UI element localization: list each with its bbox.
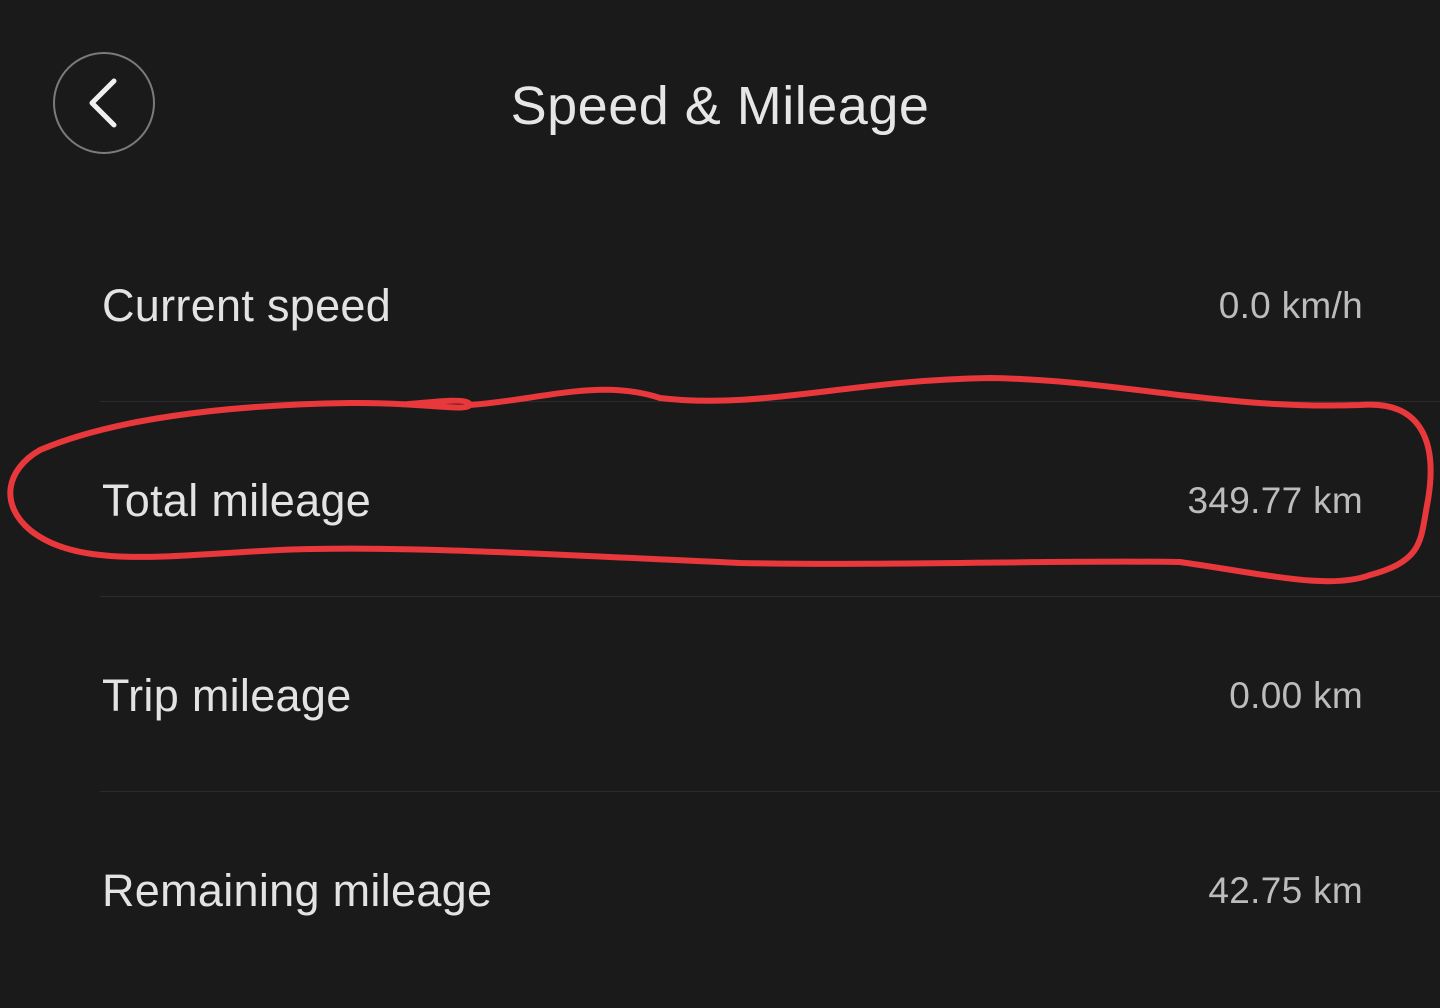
remaining-mileage-value: 42.75 km xyxy=(1208,870,1363,911)
total-mileage-label: Total mileage xyxy=(102,475,372,526)
row-trip-mileage: Trip mileage 0.00 km xyxy=(0,597,1440,792)
current-speed-value: 0.0 km/h xyxy=(1218,285,1363,326)
row-current-speed: Current speed 0.0 km/h xyxy=(0,208,1440,403)
current-speed-label: Current speed xyxy=(102,280,392,331)
trip-mileage-label: Trip mileage xyxy=(102,670,352,721)
page-title: Speed & Mileage xyxy=(510,76,930,136)
row-total-mileage: Total mileage 349.77 km xyxy=(0,402,1440,597)
speed-mileage-screen: Speed & Mileage Current speed 0.0 km/h T… xyxy=(0,0,1440,1008)
trip-mileage-value: 0.00 km xyxy=(1229,675,1363,716)
header: Speed & Mileage xyxy=(0,0,1440,210)
remaining-mileage-label: Remaining mileage xyxy=(102,865,493,916)
row-remaining-mileage: Remaining mileage 42.75 km xyxy=(0,792,1440,987)
total-mileage-value: 349.77 km xyxy=(1187,480,1363,521)
